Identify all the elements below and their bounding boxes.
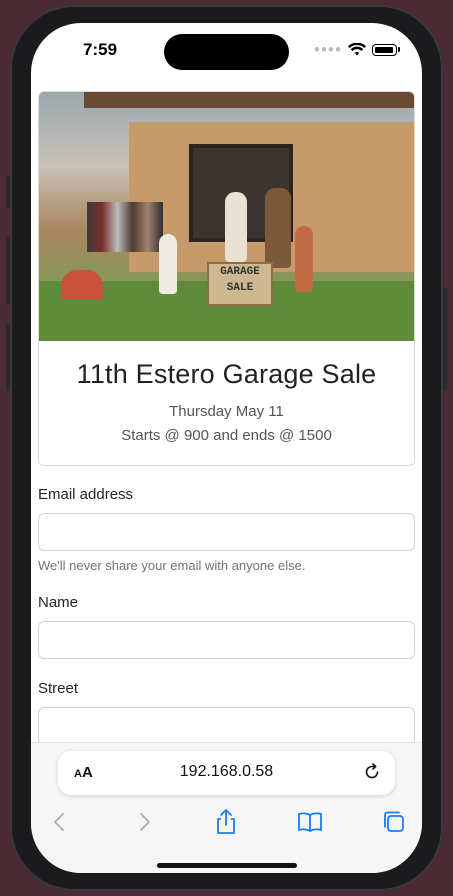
url-text[interactable]: 192.168.0.58 [58,763,395,781]
browser-nav [31,807,422,843]
name-field[interactable] [38,621,415,659]
status-time: 7:59 [83,40,118,59]
name-label: Name [38,594,79,611]
event-card: GARAGE SALE 11th Estero Garage Sale Thur… [38,91,415,466]
page-content: GARAGE SALE 11th Estero Garage Sale Thur… [38,91,415,766]
email-label: Email address [38,486,134,503]
tabs-icon[interactable] [379,807,409,837]
event-title: 11th Estero Garage Sale [76,359,377,389]
back-icon[interactable] [45,807,75,837]
status-icons: ●●●● [314,43,400,56]
email-help-text: We'll never share your email with anyone… [38,558,306,573]
battery-icon [372,43,397,56]
browser-toolbar: AA 192.168.0.58 [31,742,422,873]
forward-icon[interactable] [129,807,159,837]
name-group: Name [38,594,415,659]
home-indicator [157,863,297,868]
share-icon[interactable] [211,807,241,837]
signup-form: Email address We'll never share your ema… [38,486,415,745]
volume-up-button [6,237,10,305]
action-button [6,175,10,209]
power-button [443,287,447,391]
email-group: Email address We'll never share your ema… [38,486,415,573]
email-field[interactable] [38,513,415,551]
street-group: Street [38,680,415,745]
garage-sale-sign: GARAGE SALE [207,262,273,306]
address-bar[interactable]: AA 192.168.0.58 [58,751,395,795]
volume-down-button [6,323,10,391]
bookmarks-icon[interactable] [295,807,325,837]
reload-icon[interactable] [363,763,381,781]
battery-tip [398,47,400,52]
event-hours: Starts @ 900 and ends @ 1500 [121,427,332,444]
wifi-icon [348,43,366,56]
screen: 7:59 ●●●● GARAGE SALE 11th Estero Garage… [31,23,422,873]
signal-icon: ●●●● [313,44,342,55]
street-field[interactable] [38,707,415,745]
dynamic-island [164,34,289,70]
event-card-body: 11th Estero Garage Sale Thursday May 11 … [39,341,414,465]
event-photo: GARAGE SALE [39,92,414,341]
event-date: Thursday May 11 [169,403,284,420]
street-label: Street [38,680,79,697]
